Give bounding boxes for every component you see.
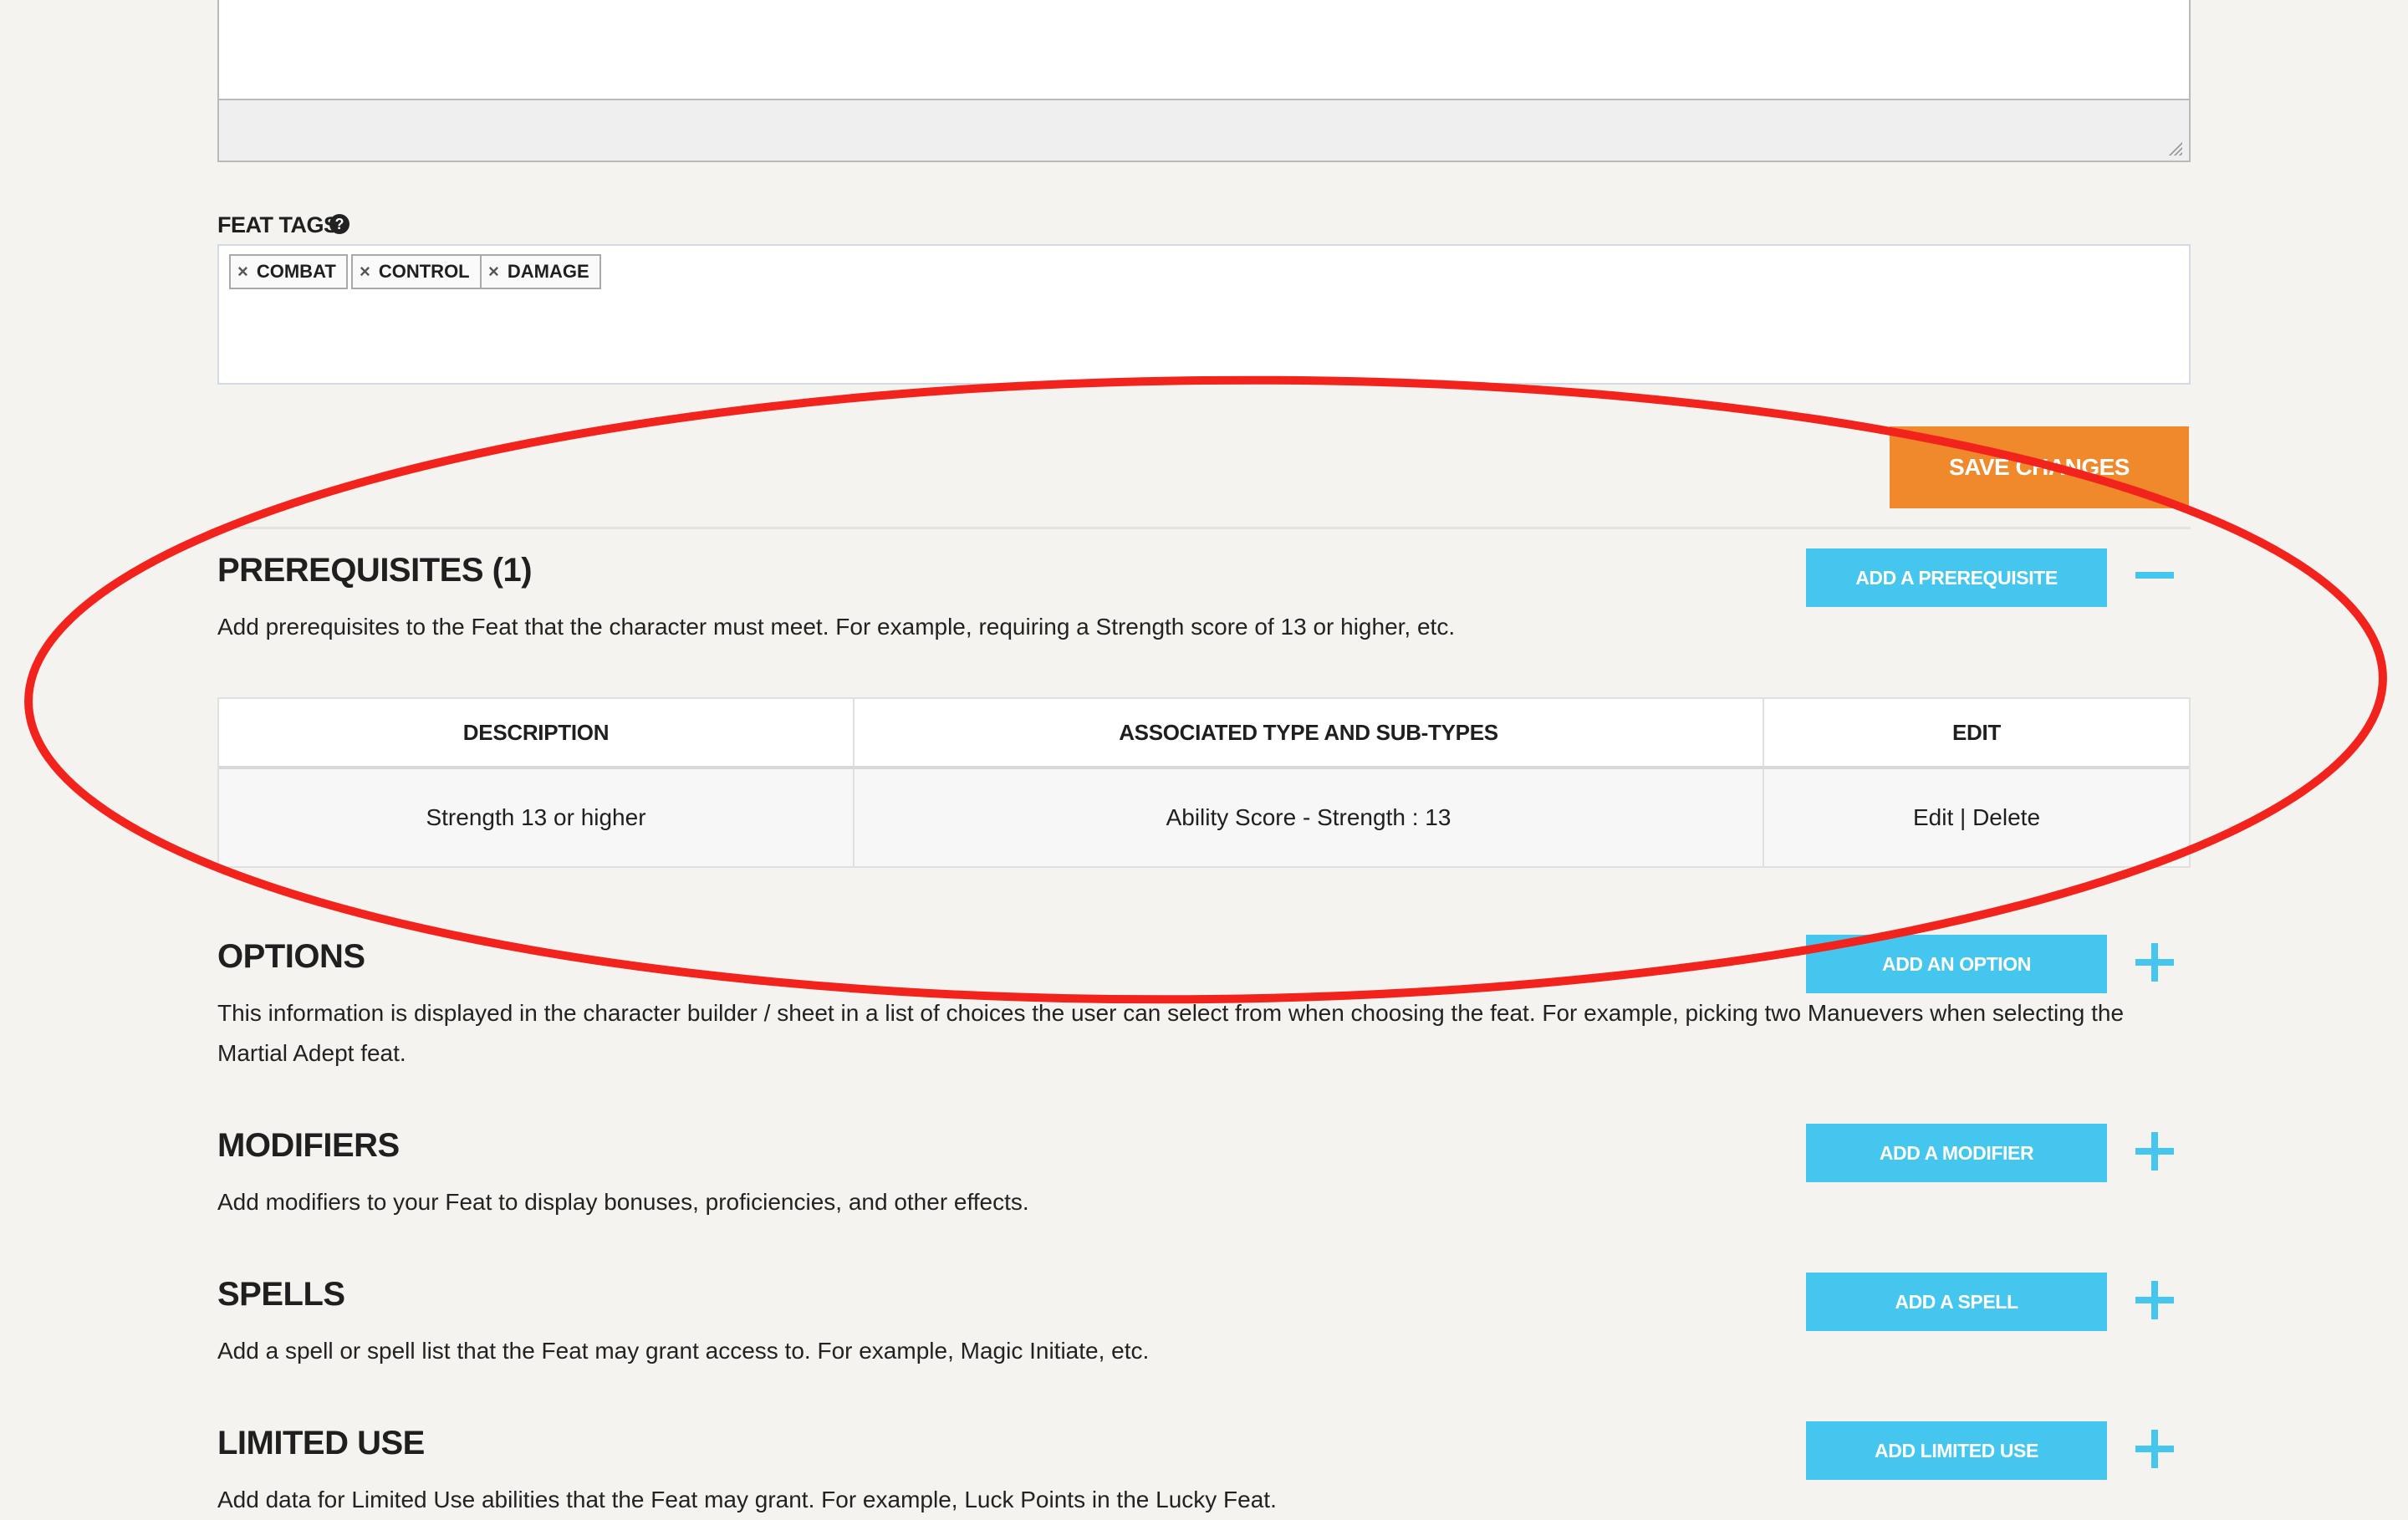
add-prerequisite-button[interactable]: ADD A PREREQUISITE — [1806, 548, 2107, 607]
tag-label: COMBAT — [256, 261, 336, 282]
prerequisites-description: Add prerequisites to the Feat that the c… — [217, 614, 1456, 640]
column-header-edit: EDIT — [1951, 719, 2002, 745]
expand-plus-icon[interactable] — [2135, 1132, 2174, 1171]
prerequisites-table: DESCRIPTION ASSOCIATED TYPE AND SUB-TYPE… — [217, 697, 2191, 868]
remove-tag-icon[interactable]: × — [237, 261, 248, 283]
prerequisites-title: PREREQUISITES (1) — [217, 552, 533, 589]
add-spell-button[interactable]: ADD A SPELL — [1806, 1273, 2107, 1331]
expand-plus-icon[interactable] — [2135, 1430, 2174, 1468]
tag-combat: × COMBAT — [229, 254, 348, 289]
description-textarea[interactable] — [217, 0, 2191, 100]
tag-label: CONTROL — [378, 261, 470, 282]
cell-description: Strength 13 or higher — [219, 769, 855, 866]
edit-link[interactable]: Edit — [1913, 804, 1953, 831]
cell-edit-actions: Edit | Delete — [1764, 769, 2189, 866]
expand-plus-icon[interactable] — [2135, 1281, 2174, 1319]
resize-grip-icon[interactable] — [2167, 140, 2182, 156]
tag-damage: × DAMAGE — [480, 254, 601, 289]
save-changes-button[interactable]: SAVE CHANGES — [1890, 426, 2189, 508]
column-header-description: DESCRIPTION — [219, 699, 855, 766]
help-icon[interactable]: ? — [329, 214, 349, 234]
column-header-type: ASSOCIATED TYPE AND SUB-TYPES — [855, 699, 1764, 766]
options-description: This information is displayed in the cha… — [217, 1000, 2125, 1066]
table-header: DESCRIPTION ASSOCIATED TYPE AND SUB-TYPE… — [219, 699, 2189, 769]
spells-title: SPELLS — [217, 1276, 345, 1313]
tag-label: DAMAGE — [507, 261, 589, 282]
remove-tag-icon[interactable]: × — [360, 261, 370, 283]
collapse-minus-icon[interactable] — [2135, 556, 2174, 594]
options-title: OPTIONS — [217, 938, 365, 975]
action-separator: | — [1960, 804, 1967, 830]
add-modifier-button[interactable]: ADD A MODIFIER — [1806, 1124, 2107, 1182]
limited-use-description: Add data for Limited Use abilities that … — [217, 1487, 1277, 1512]
modifiers-description: Add modifiers to your Feat to display bo… — [217, 1189, 1029, 1215]
add-option-button[interactable]: ADD AN OPTION — [1806, 935, 2107, 993]
add-limited-use-button[interactable]: ADD LIMITED USE — [1806, 1421, 2107, 1480]
modifiers-title: MODIFIERS — [217, 1127, 400, 1164]
spells-description: Add a spell or spell list that the Feat … — [217, 1338, 1150, 1364]
feat-tags-input[interactable]: × COMBAT × CONTROL × DAMAGE — [217, 244, 2191, 385]
tag-control: × CONTROL — [351, 254, 482, 289]
section-divider — [217, 527, 2191, 529]
limited-use-title: LIMITED USE — [217, 1425, 425, 1461]
remove-tag-icon[interactable]: × — [488, 261, 499, 283]
expand-plus-icon[interactable] — [2135, 943, 2174, 982]
cell-type: Ability Score - Strength : 13 — [855, 769, 1764, 866]
feat-tags-label: FEAT TAGS — [217, 212, 339, 237]
textarea-toolbar — [217, 99, 2191, 162]
delete-link[interactable]: Delete — [1972, 804, 2040, 831]
table-row: Strength 13 or higher Ability Score - St… — [219, 769, 2189, 866]
